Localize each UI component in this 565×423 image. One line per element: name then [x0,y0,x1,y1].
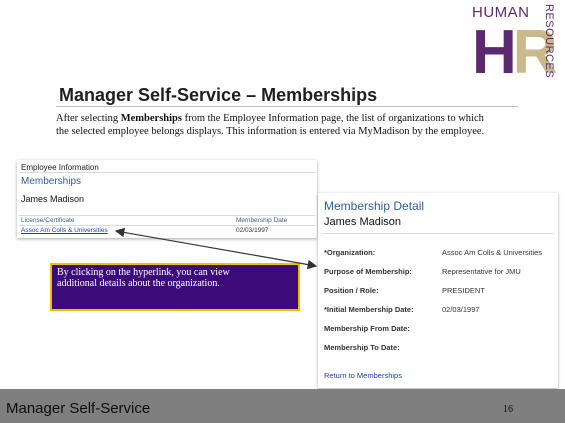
field-value-purpose: Representative for JMU [442,267,521,276]
field-value-initial-date: 02/03/1997 [442,305,480,314]
field-value-organization: Assoc Am Colls & Universities [442,248,543,257]
logo-resources-text: RESOURCES [543,4,555,79]
divider [322,233,554,234]
hr-logo: HUMAN HR RESOURCES [472,4,558,92]
field-value-position: PRESIDENT [442,286,485,295]
field-label-initial-date: *Initial Membership Date: [324,305,414,314]
column-header-license: License/Certificate [21,217,75,224]
detail-employee-name: James Madison [324,216,402,228]
membership-detail-panel: Membership Detail James Madison *Organiz… [318,193,558,388]
organization-link[interactable]: Assoc Am Colls & Universities [21,227,108,234]
column-header-membership-date: Membership Date [236,217,288,224]
field-label-from-date: Membership From Date: [324,324,410,333]
breadcrumb: Employee Information [21,163,99,172]
employee-name: James Madison [21,194,85,204]
footer-title: Manager Self-Service [6,400,151,417]
membership-date-cell: 02/03/1997 [236,227,269,234]
slide-title: Manager Self-Service – Memberships [59,85,378,105]
employee-memberships-panel: Employee Information Memberships James M… [17,160,317,238]
table-row: Assoc Am Colls & Universities 02/03/1997 [19,225,315,236]
field-label-organization: *Organization: [324,248,376,257]
section-header: Memberships [21,176,82,187]
divider [19,172,315,173]
page-number: 16 [503,404,513,415]
detail-title: Membership Detail [324,199,425,213]
title-divider [56,106,518,107]
callout-text: By clicking on the hyperlink, you can vi… [57,267,230,289]
return-to-memberships-link[interactable]: Return to Memberships [324,371,402,380]
field-label-purpose: Purpose of Membership: [324,267,412,276]
field-label-to-date: Membership To Date: [324,343,400,352]
callout-box: By clicking on the hyperlink, you can vi… [50,263,300,311]
logo-hr-letters: HR [472,18,558,87]
intro-text: After selecting Memberships from the Emp… [56,113,485,137]
field-label-position: Position / Role: [324,286,379,295]
